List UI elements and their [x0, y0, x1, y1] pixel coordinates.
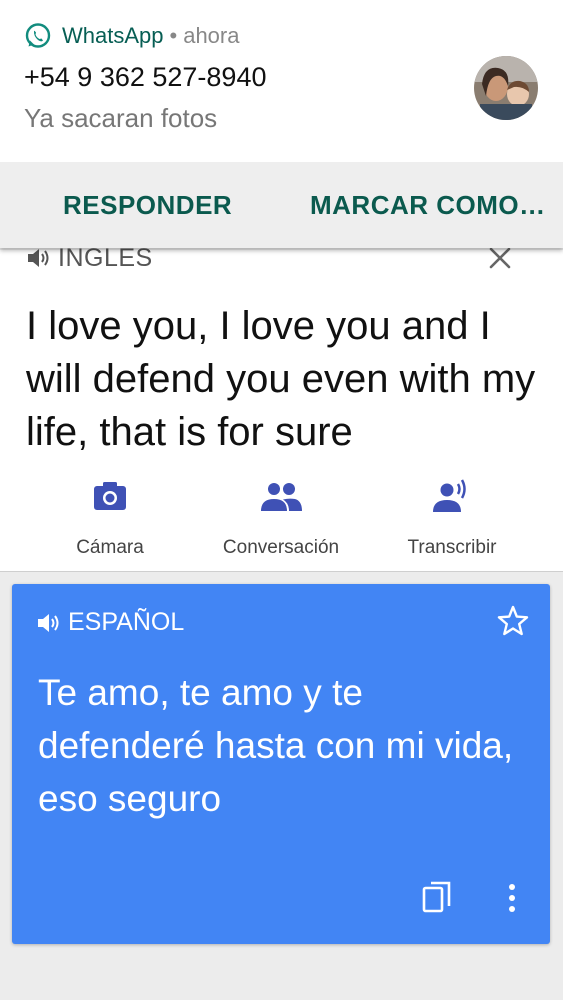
input-tools: Cámara Conversación Transcribir [0, 475, 563, 570]
conversation-button[interactable]: Conversación [196, 475, 366, 570]
notification-actions: RESPONDER MARCAR COMO… [0, 162, 563, 248]
notification-time: ahora [183, 23, 240, 48]
source-text[interactable]: I love you, I love you and I will defend… [26, 300, 546, 459]
translation-result-card[interactable]: ESPAÑOL Te amo, te amo y te defenderé ha… [12, 584, 550, 944]
transcribe-label: Transcribir [407, 537, 497, 558]
whatsapp-icon [25, 23, 51, 48]
star-icon[interactable] [496, 604, 530, 638]
transcribe-button[interactable]: Transcribir [367, 475, 537, 570]
mark-as-read-button[interactable]: MARCAR COMO… [310, 190, 546, 221]
copy-icon[interactable] [422, 880, 452, 914]
divider [0, 571, 563, 572]
speaker-icon[interactable] [26, 247, 52, 269]
app-name: WhatsApp [62, 23, 164, 48]
target-language-row[interactable]: ESPAÑOL [36, 608, 184, 637]
notification-header: WhatsApp • ahora [24, 22, 239, 50]
camera-button[interactable]: Cámara [25, 475, 195, 570]
avatar-photo [474, 56, 538, 120]
reply-button[interactable]: RESPONDER [63, 190, 232, 221]
translated-text[interactable]: Te amo, te amo y te defenderé hasta con … [38, 666, 528, 825]
target-language-label: ESPAÑOL [68, 608, 185, 636]
whatsapp-notification[interactable]: WhatsApp • ahora +54 9 362 527-8940 Ya s… [0, 0, 563, 248]
separator-dot: • [169, 23, 178, 48]
contact-avatar [474, 56, 538, 120]
camera-label: Cámara [76, 537, 144, 558]
speaker-icon[interactable] [36, 612, 62, 634]
camera-icon [94, 482, 126, 510]
transcribe-icon [433, 479, 466, 512]
conversation-icon [261, 483, 302, 511]
sender-number: +54 9 362 527-8940 [24, 62, 267, 92]
message-preview: Ya sacaran fotos [24, 103, 218, 133]
more-options-icon[interactable] [500, 882, 524, 914]
conversation-label: Conversación [222, 537, 340, 558]
